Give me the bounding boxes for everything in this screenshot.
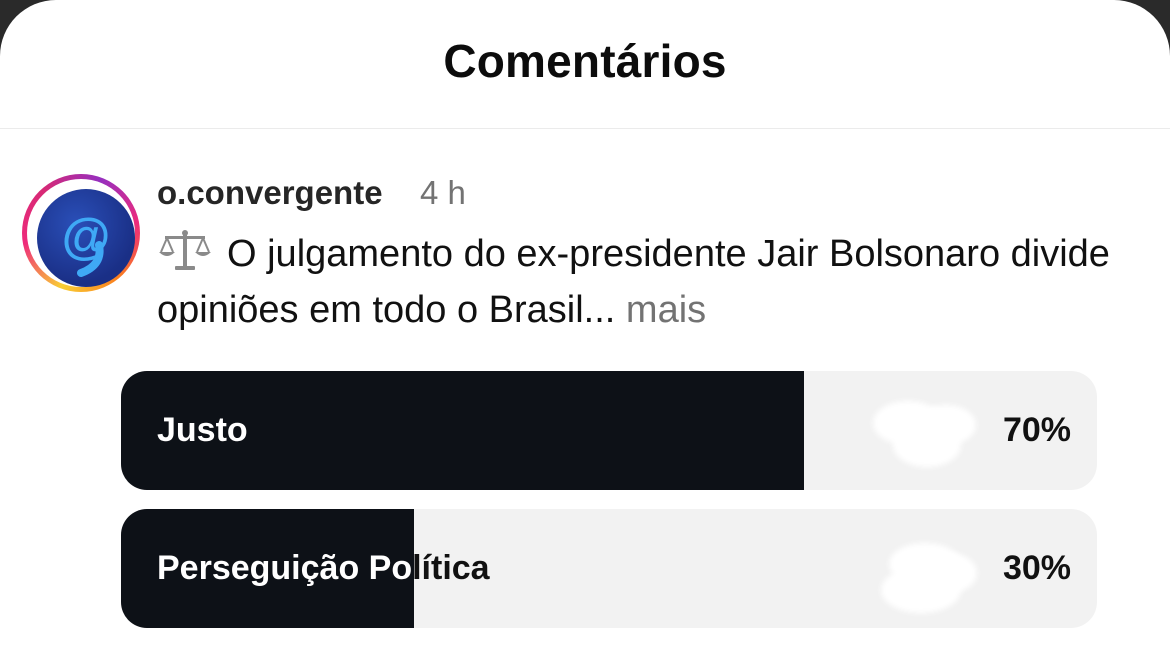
- poll-option-perseguicao-politica[interactable]: Perseguição Política Perseguição Polític…: [121, 509, 1097, 628]
- post-username[interactable]: o.convergente: [157, 174, 383, 212]
- page-title: Comentários: [443, 35, 727, 87]
- comments-header: Comentários: [0, 0, 1170, 129]
- comments-sheet: Comentários @ o.convergente 4 h O julgam…: [0, 0, 1170, 652]
- avatar-story-ring[interactable]: @: [22, 174, 140, 292]
- post-caption: O julgamento do ex-presidente Jair Bolso…: [157, 228, 1147, 335]
- poll-option-justo[interactable]: Justo Justo 70%: [121, 371, 1097, 490]
- poll-option-percent: 70%: [1002, 411, 1071, 449]
- poll-option-label-on-fill: Justo: [157, 411, 248, 449]
- scales-icon: [157, 228, 213, 285]
- post-timestamp: 4 h: [420, 174, 466, 211]
- poll-option-percent: 30%: [1002, 549, 1071, 587]
- more-link[interactable]: mais: [626, 289, 706, 331]
- poll-option-label-on-fill: Perseguição Política: [157, 549, 414, 587]
- avatar: @: [37, 189, 135, 287]
- at-sign-logo-icon: @: [62, 208, 110, 277]
